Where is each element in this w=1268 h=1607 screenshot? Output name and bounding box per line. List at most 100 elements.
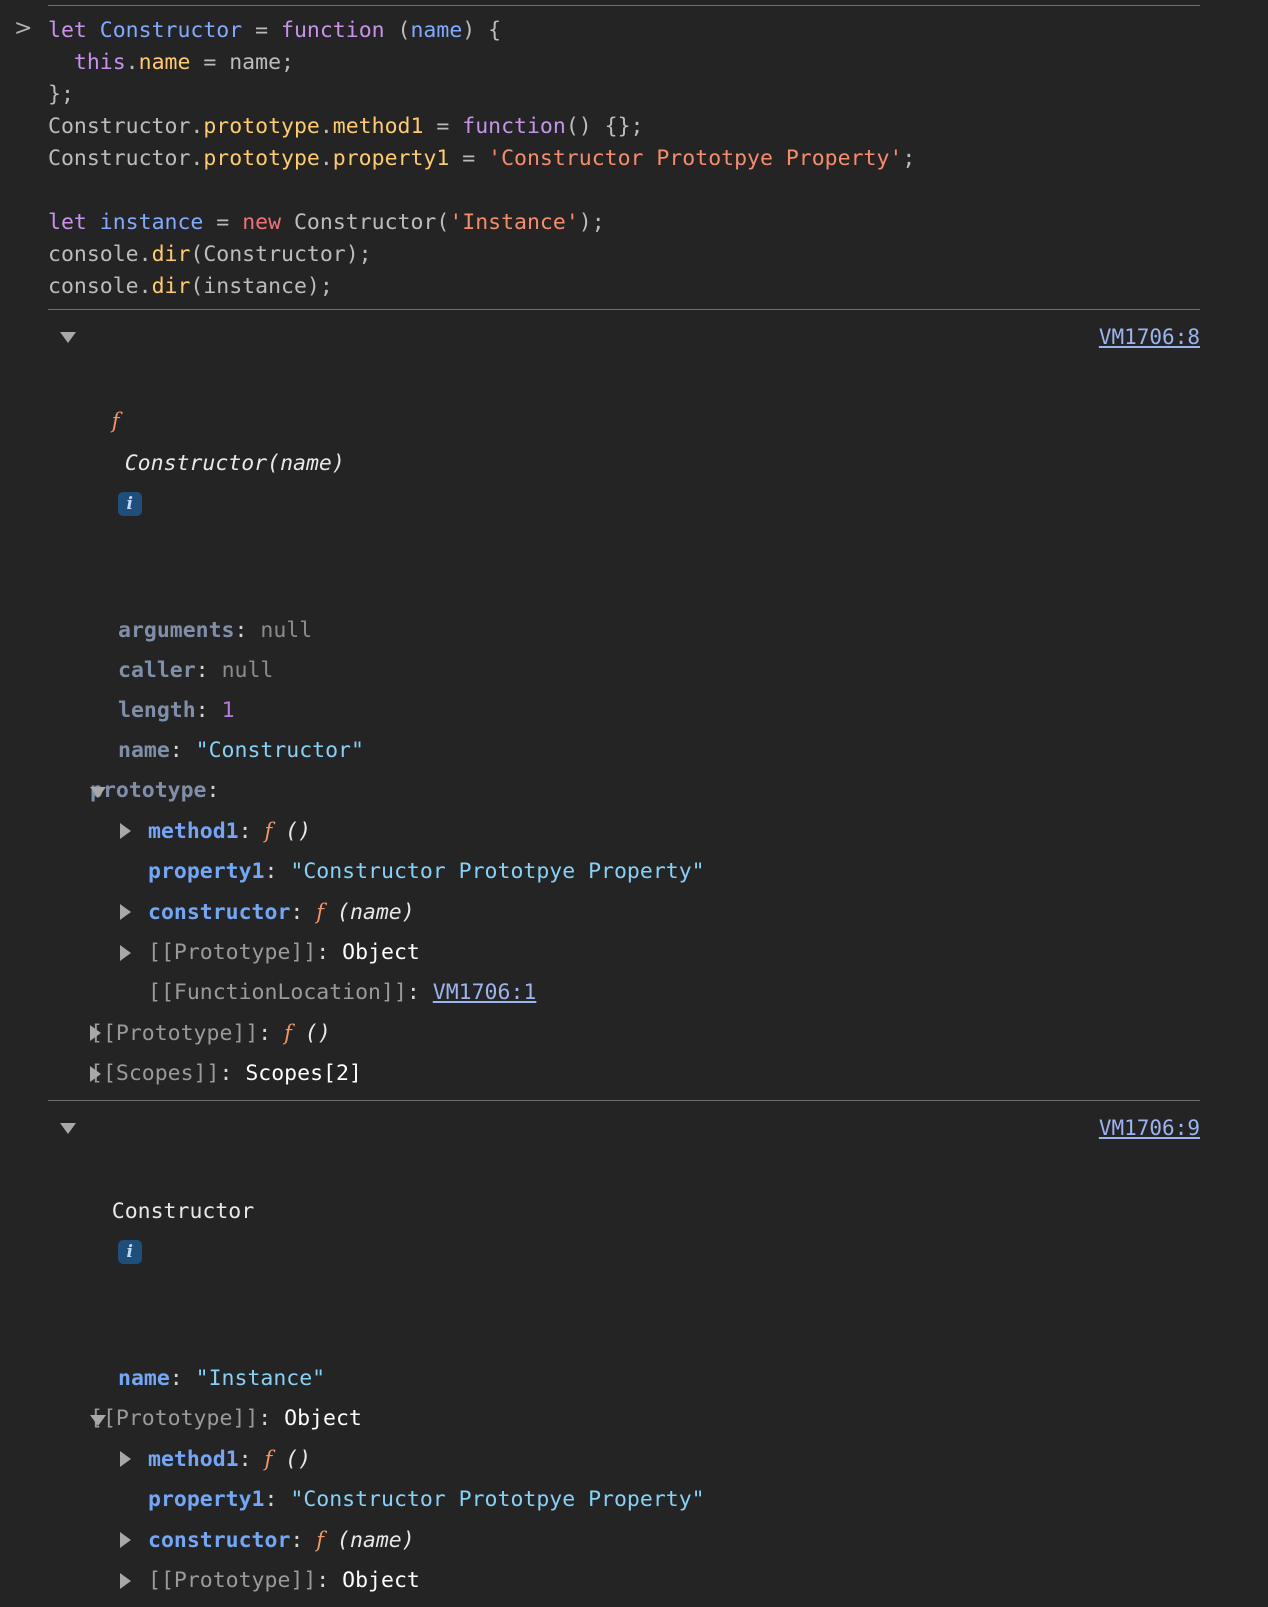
object-property-row[interactable]: arguments: null: [0, 611, 1268, 651]
code-token: );: [578, 210, 605, 235]
code-line: let Constructor = function (name) {: [48, 15, 1268, 47]
code-token: property1: [332, 146, 450, 171]
object-property-row[interactable]: name: "Constructor": [0, 731, 1268, 771]
property-value: "Constructor Prototpye Property": [290, 1487, 705, 1512]
property-value: "Instance": [195, 1366, 326, 1391]
code-token: =: [423, 114, 463, 139]
code-token: function: [462, 114, 566, 139]
object-property-row[interactable]: method1: f (): [0, 811, 1268, 852]
chevron-right-icon[interactable]: [120, 1532, 131, 1548]
object-property-list: name: "Instance" [[Prototype]]: Object met…: [0, 1359, 1268, 1601]
object-property-row[interactable]: constructor: f (name): [0, 1520, 1268, 1561]
object-group-header[interactable]: f Constructor(name) i VM1706:8: [0, 316, 1268, 611]
property-value: null: [260, 618, 313, 643]
property-name: property1: [148, 859, 265, 884]
code-token: .: [319, 146, 333, 171]
chevron-right-icon[interactable]: [120, 1573, 131, 1589]
property-separator: :: [290, 900, 317, 925]
code-token: Constructor.: [48, 146, 204, 171]
property-separator: :: [264, 859, 291, 884]
property-separator: :: [169, 1366, 196, 1391]
chevron-down-icon[interactable]: [90, 787, 106, 798]
info-badge-icon[interactable]: i: [117, 492, 142, 516]
function-glyph-icon: f: [264, 1447, 273, 1471]
function-glyph-icon: f: [316, 1528, 325, 1552]
property-separator: :: [195, 658, 222, 683]
property-name: [[Prototype]]: [148, 940, 317, 965]
property-value: Object: [342, 1568, 420, 1593]
code-token: =: [203, 210, 243, 235]
code-line: this.name = name;: [48, 47, 1268, 79]
chevron-right-icon[interactable]: [120, 904, 131, 920]
property-name: name: [118, 738, 170, 763]
object-property-row[interactable]: [[FunctionLocation]]: VM1706:1: [0, 973, 1268, 1013]
property-name: property1: [148, 1487, 265, 1512]
chevron-right-icon[interactable]: [120, 1451, 131, 1467]
object-property-row[interactable]: property1: "Constructor Prototpye Proper…: [0, 1480, 1268, 1520]
console-input-block[interactable]: > let Constructor = function (name) { th…: [0, 6, 1268, 309]
code-token: (Constructor);: [190, 242, 372, 267]
chevron-down-icon[interactable]: [60, 1123, 76, 1134]
property-separator: :: [195, 698, 222, 723]
property-value: null: [221, 658, 274, 683]
object-property-row[interactable]: [[Prototype]]: f (): [0, 1013, 1268, 1054]
object-property-row[interactable]: [[Prototype]]: Object: [0, 1561, 1268, 1601]
object-group-title: Constructor: [111, 1199, 255, 1224]
code-token: Constructor.: [48, 114, 204, 139]
code-line: Constructor.prototype.property1 = 'Const…: [48, 143, 1268, 175]
source-link[interactable]: VM1706:9: [1099, 1107, 1200, 1149]
object-property-row[interactable]: [[Scopes]]: Scopes[2]: [0, 1054, 1268, 1094]
code-token: (: [384, 18, 411, 43]
object-group-header[interactable]: Constructor i VM1706:9: [0, 1107, 1268, 1359]
function-glyph-icon: f: [284, 1021, 292, 1045]
object-property-row[interactable]: [[Prototype]]: Object: [0, 1399, 1268, 1439]
function-signature: (name): [337, 1528, 415, 1553]
code-token: prototype: [203, 114, 320, 139]
code-line: let instance = new Constructor('Instance…: [48, 207, 1268, 239]
property-separator: :: [258, 1406, 285, 1431]
object-property-row[interactable]: prototype:: [0, 771, 1268, 811]
property-value: Object: [342, 940, 420, 965]
source-link[interactable]: VM1706:8: [1099, 316, 1200, 358]
property-name: constructor: [148, 1528, 291, 1553]
object-property-row[interactable]: caller: null: [0, 651, 1268, 691]
object-property-row[interactable]: length: 1: [0, 691, 1268, 731]
code-token: () {};: [565, 114, 644, 139]
property-name: length: [118, 698, 196, 723]
code-line: console.dir(Constructor);: [48, 239, 1268, 271]
chevron-right-icon[interactable]: [90, 1025, 101, 1041]
object-property-row[interactable]: [[Prototype]]: Object: [0, 933, 1268, 973]
code-token: =: [449, 146, 489, 171]
chevron-down-icon[interactable]: [90, 1415, 106, 1426]
console-input-code[interactable]: let Constructor = function (name) { this…: [0, 15, 1268, 303]
code-token: let: [48, 18, 87, 43]
property-value: Object: [284, 1406, 362, 1431]
chevron-right-icon[interactable]: [120, 945, 131, 961]
object-property-row[interactable]: method1: f (): [0, 1439, 1268, 1480]
object-property-row[interactable]: constructor: f (name): [0, 892, 1268, 933]
code-token: (instance);: [190, 274, 333, 299]
object-property-row[interactable]: name: "Instance": [0, 1359, 1268, 1399]
object-property-list: arguments: null caller: null length: 1 name…: [0, 611, 1268, 1094]
property-name: constructor: [148, 900, 291, 925]
chevron-right-icon[interactable]: [90, 1066, 101, 1082]
property-name: prototype: [90, 778, 207, 803]
property-separator: :: [238, 819, 265, 844]
object-property-row[interactable]: property1: "Constructor Prototpye Proper…: [0, 852, 1268, 892]
info-badge-icon[interactable]: i: [117, 1240, 142, 1264]
prompt-chevron-icon: >: [14, 16, 33, 41]
chevron-right-icon[interactable]: [120, 823, 131, 839]
code-token: = name;: [190, 50, 294, 75]
property-separator: :: [290, 1528, 317, 1553]
source-link[interactable]: VM1706:1: [433, 980, 537, 1005]
function-glyph-icon: f: [111, 409, 120, 433]
property-name: [[FunctionLocation]]: [148, 980, 407, 1005]
chevron-down-icon[interactable]: [60, 332, 76, 343]
code-line: console.dir(instance);: [48, 271, 1268, 303]
